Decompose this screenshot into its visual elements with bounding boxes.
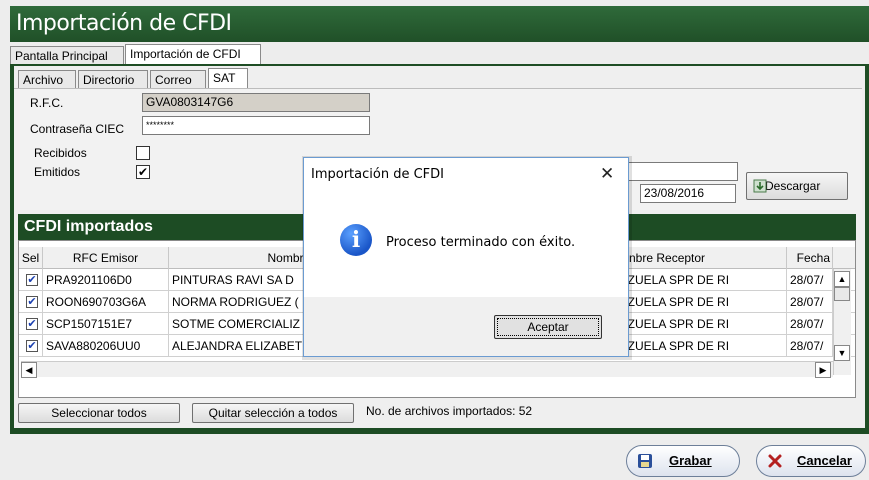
download-icon <box>753 179 767 193</box>
emitidos-label: Emitidos <box>34 165 81 179</box>
download-label: Descargar <box>765 179 821 193</box>
recibidos-label: Recibidos <box>34 146 87 160</box>
scroll-left-icon[interactable]: ◀ <box>21 362 37 378</box>
col-rfc-emisor[interactable]: RFC Emisor <box>43 247 169 269</box>
footer-divider <box>10 428 869 434</box>
vertical-scrollbar[interactable]: ▲ ▼ <box>833 269 851 375</box>
dialog-message: Proceso terminado con éxito. <box>386 235 576 250</box>
info-icon: i <box>340 224 372 256</box>
rfc-field[interactable]: GVA0803147G6 <box>142 93 370 112</box>
ok-button[interactable]: Aceptar <box>494 315 602 339</box>
date-start-field[interactable] <box>620 162 738 181</box>
date-end-field[interactable]: 23/08/2016 <box>640 184 736 203</box>
row-rfc: ROON690703G6A <box>43 291 169 313</box>
download-button[interactable]: Descargar <box>746 172 848 200</box>
save-button[interactable]: Grabar <box>626 445 740 477</box>
col-fecha[interactable]: Fecha <box>787 247 833 269</box>
tab-sat[interactable]: SAT <box>208 68 248 90</box>
row-checkbox[interactable]: ✔ <box>26 274 38 286</box>
emitidos-checkbox[interactable]: ✔ <box>136 165 150 179</box>
row-fecha: 28/07/ <box>787 291 833 313</box>
row-fecha: 28/07/ <box>787 313 833 335</box>
save-label: Grabar <box>669 453 712 468</box>
app-window: Importación de CFDI Pantalla Principal I… <box>0 0 869 480</box>
deselect-all-button[interactable]: Quitar selección a todos <box>192 403 354 423</box>
dialog-footer: Aceptar <box>304 297 628 356</box>
message-dialog: Importación de CFDI ✕ i Proceso terminad… <box>303 157 629 357</box>
scroll-up-icon[interactable]: ▲ <box>834 271 850 287</box>
imported-count: No. de archivos importados: 52 <box>366 404 533 418</box>
tab-archivo[interactable]: Archivo <box>18 70 76 90</box>
tab-importacion-cfdi[interactable]: Importación de CFDI <box>125 44 261 66</box>
rfc-label: R.F.C. <box>30 96 64 110</box>
row-rfc: SCP1507151E7 <box>43 313 169 335</box>
window-titlebar: Importación de CFDI <box>10 6 869 42</box>
dialog-title: Importación de CFDI <box>311 167 444 182</box>
scroll-down-icon[interactable]: ▼ <box>834 345 850 361</box>
select-all-button[interactable]: Seleccionar todos <box>18 403 180 423</box>
scroll-right-icon[interactable]: ▶ <box>815 362 831 378</box>
ciec-label: Contraseña CIEC <box>30 122 125 136</box>
close-icon[interactable]: ✕ <box>600 164 614 184</box>
row-fecha: 28/07/ <box>787 269 833 291</box>
row-checkbox[interactable]: ✔ <box>26 296 38 308</box>
row-rfc: PRA9201106D0 <box>43 269 169 291</box>
floppy-icon <box>638 454 652 468</box>
window-title: Importación de CFDI <box>16 11 232 36</box>
dialog-body: i Proceso terminado con éxito. <box>304 194 628 297</box>
cancel-label: Cancelar <box>797 453 852 468</box>
cancel-x-icon <box>768 454 782 468</box>
tab-directorio[interactable]: Directorio <box>78 70 148 90</box>
scroll-thumb[interactable] <box>834 287 850 301</box>
recibidos-checkbox[interactable] <box>136 146 150 160</box>
tab-pantalla-principal[interactable]: Pantalla Principal <box>10 46 124 66</box>
row-fecha: 28/07/ <box>787 335 833 357</box>
row-checkbox[interactable]: ✔ <box>26 318 38 330</box>
ciec-password-field[interactable]: ******** <box>142 116 370 135</box>
tab-correo[interactable]: Correo <box>150 70 206 90</box>
horizontal-scrollbar[interactable]: ◀ ▶ <box>21 361 833 378</box>
col-sel[interactable]: Sel <box>19 247 43 269</box>
cancel-button[interactable]: Cancelar <box>756 445 866 477</box>
row-checkbox[interactable]: ✔ <box>26 340 38 352</box>
row-rfc: SAVA880206UU0 <box>43 335 169 357</box>
